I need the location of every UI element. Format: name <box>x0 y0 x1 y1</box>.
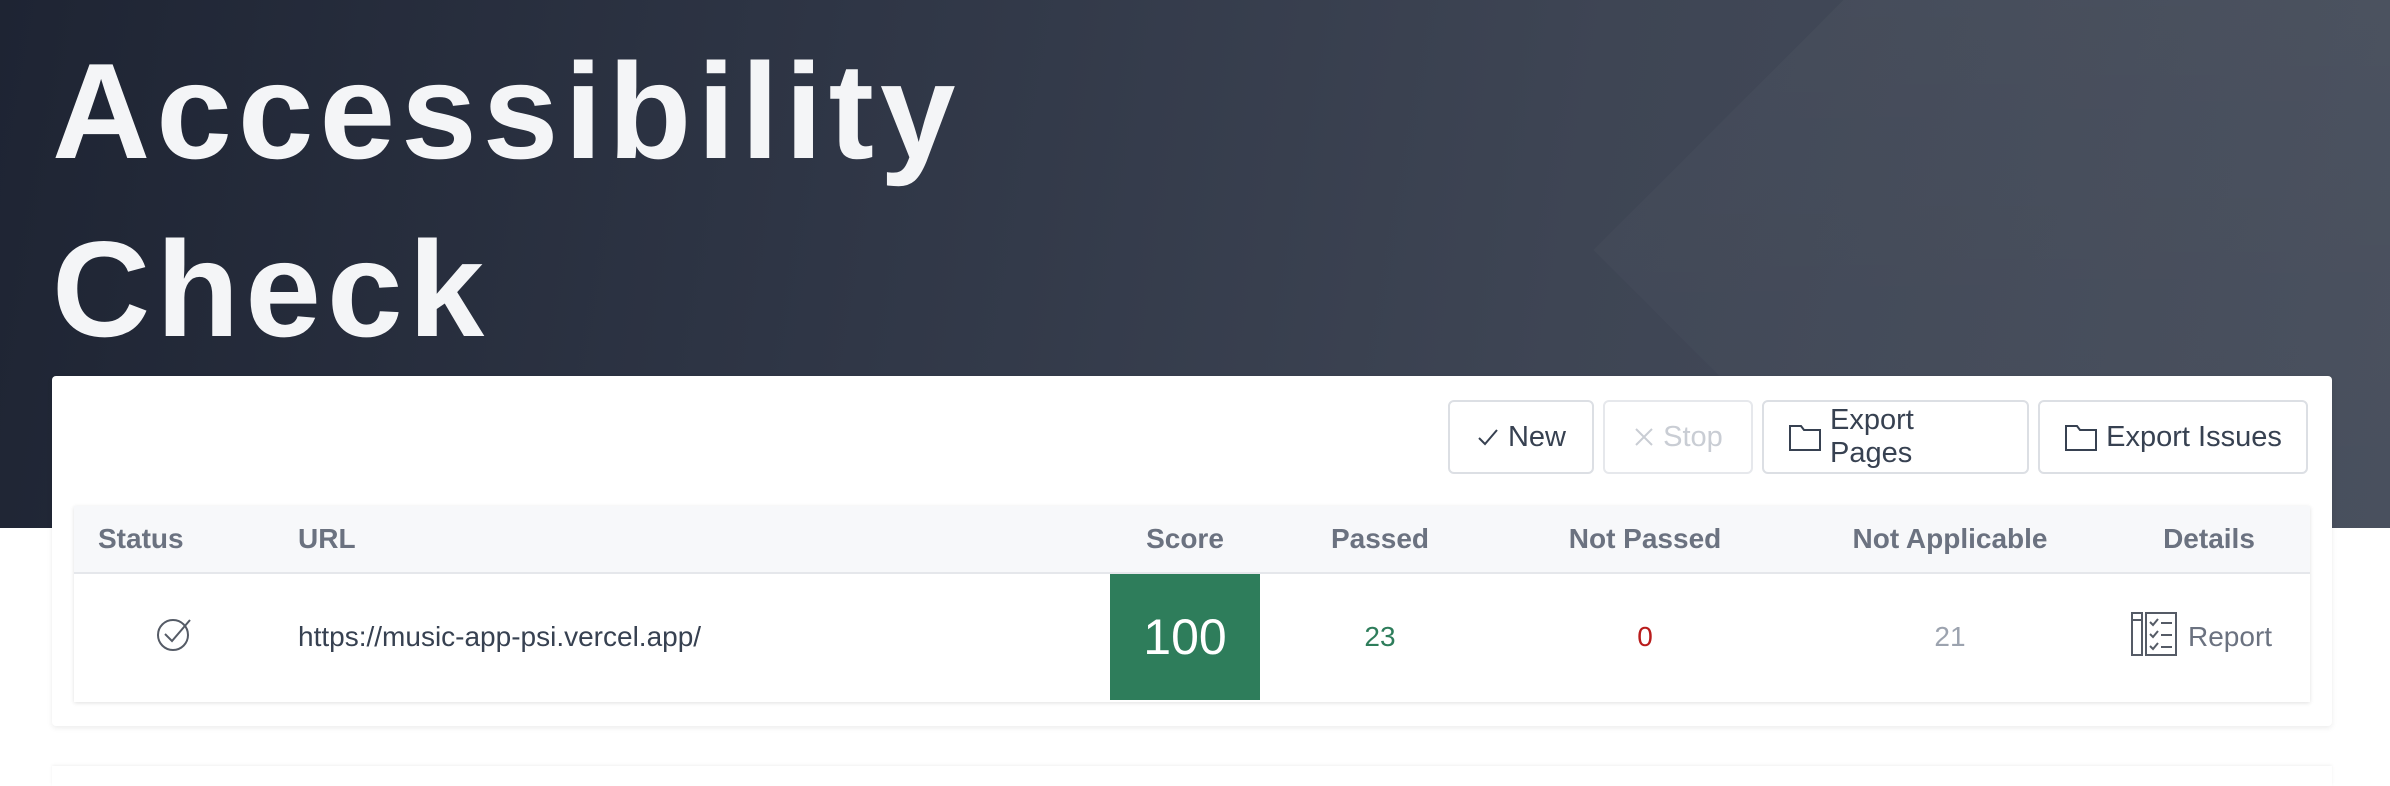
new-button[interactable]: New <box>1448 400 1594 474</box>
page-title: Accessibility Check <box>52 22 1012 378</box>
column-header-status[interactable]: Status <box>98 506 184 572</box>
column-header-score[interactable]: Score <box>1110 506 1260 572</box>
status-cell <box>74 574 274 700</box>
column-header-url[interactable]: URL <box>298 506 356 572</box>
report-link[interactable]: Report <box>2130 574 2300 700</box>
export-pages-button-label: Export Pages <box>1830 404 1914 469</box>
table-header: Status URL Score Passed Not Passed Not A… <box>74 506 2310 574</box>
export-pages-button[interactable]: Export Pages <box>1762 400 2029 474</box>
close-icon <box>1633 426 1655 448</box>
stop-button[interactable]: Stop <box>1603 400 1753 474</box>
stop-button-label: Stop <box>1663 420 1723 453</box>
folder-icon <box>1788 422 1822 452</box>
folder-icon <box>2064 422 2098 452</box>
not-applicable-count: 21 <box>1934 621 1966 652</box>
url-cell[interactable]: https://music-app-psi.vercel.app/ <box>298 574 1098 700</box>
table-row: https://music-app-psi.vercel.app/ 100 23… <box>74 574 2310 700</box>
check-icon <box>1476 425 1500 449</box>
export-issues-button-label: Export Issues <box>2106 420 2282 453</box>
column-header-passed[interactable]: Passed <box>1260 506 1500 572</box>
page-title-text: Accessibility Check <box>52 35 962 365</box>
results-card: New Stop Export Pages Export Issues Stat… <box>52 376 2332 726</box>
check-circle-icon <box>154 614 194 661</box>
column-header-details[interactable]: Details <box>2134 506 2284 572</box>
new-button-label: New <box>1507 420 1566 453</box>
report-link-label: Report <box>2188 621 2273 652</box>
column-header-not-passed[interactable]: Not Passed <box>1500 506 1790 572</box>
checklist-report-icon <box>2130 610 2178 665</box>
results-table: Status URL Score Passed Not Passed Not A… <box>74 506 2310 702</box>
export-issues-button[interactable]: Export Issues <box>2038 400 2308 474</box>
column-header-not-applicable[interactable]: Not Applicable <box>1790 506 2110 572</box>
score-badge: 100 <box>1110 574 1260 700</box>
passed-count: 23 <box>1364 621 1396 652</box>
not-passed-count: 0 <box>1637 621 1653 652</box>
secondary-card <box>52 766 2332 786</box>
toolbar: New Stop Export Pages Export Issues <box>1448 400 2308 474</box>
